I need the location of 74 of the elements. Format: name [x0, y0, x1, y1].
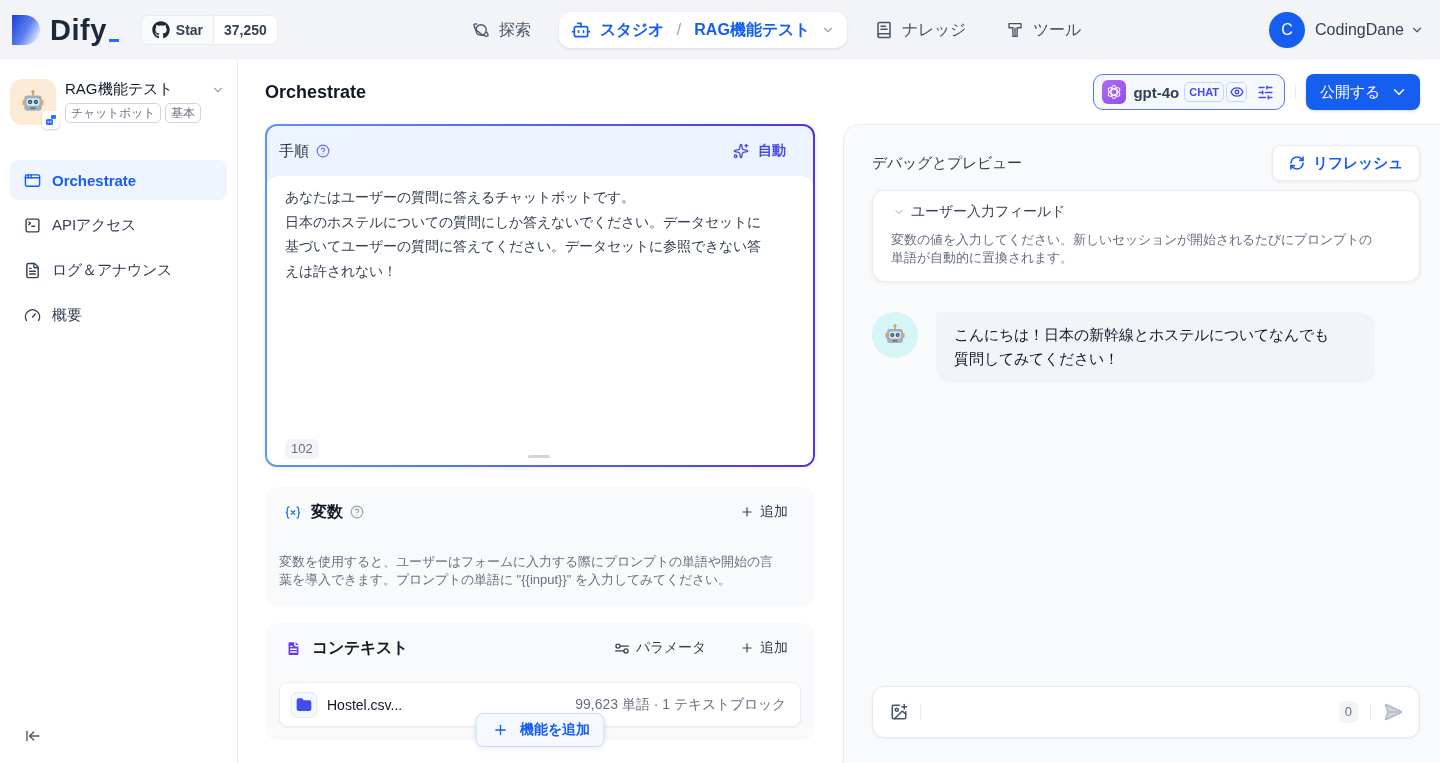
help-icon: [350, 505, 364, 519]
document-icon: [24, 261, 41, 279]
prompt-paragraph: 日本のホステルについての質問にしか答えないでください。データセットに基づいてユーザーの質問に答えてください。データセットに参照できない答えは許されない！: [285, 212, 762, 281]
model-selector[interactable]: gpt-4o CHAT: [1093, 74, 1285, 110]
gauge-icon: [24, 306, 41, 324]
dataset-name: Hostel.csv...: [327, 696, 403, 713]
bot-message: こんにちは！日本の新幹線とホステルについてなんでも質問してみてください！: [936, 312, 1375, 383]
sparkles-icon: [733, 143, 749, 159]
star-count[interactable]: 37,250: [214, 15, 278, 45]
app-tag: チャットボット: [65, 103, 161, 123]
prompt-paragraph: あなたはユーザーの質問に答えるチャットボットです。: [285, 188, 636, 207]
refresh-icon: [1289, 155, 1305, 171]
plus-icon: [740, 641, 754, 655]
github-star-button[interactable]: Star: [140, 15, 215, 45]
add-feature-button[interactable]: 機能を追加: [475, 713, 605, 747]
plus-icon: [740, 505, 754, 519]
add-button[interactable]: 追加: [740, 503, 788, 521]
panel-title: デバッグとプレビュー: [872, 153, 1022, 173]
user-name[interactable]: CodingDane: [1315, 21, 1404, 39]
prompt-editor[interactable]: あなたはユーザーの質問に答えるチャットボットです。 日本のホステルについての質問にしか答えないでください。データセットに基づいてユーザーの質問に答えてください。データセットに参照できない答えは許されない！ 102: [267, 176, 813, 465]
robot-avatar-icon: [872, 312, 918, 358]
sliders-icon: [1257, 83, 1274, 101]
resize-handle[interactable]: [528, 455, 550, 458]
parameters-button[interactable]: パラメータ: [614, 639, 706, 657]
book-icon: [874, 21, 893, 39]
upload-image-button[interactable]: [890, 703, 908, 721]
mode-badge: CHAT: [1184, 82, 1224, 102]
document-icon: [285, 639, 302, 657]
section-title: 変数: [311, 501, 343, 522]
image-plus-icon: [890, 703, 908, 721]
collapse-icon: [25, 728, 41, 744]
terminal-icon: [24, 216, 41, 234]
sidebar-item[interactable]: APIアクセス: [10, 205, 227, 245]
dataset-meta: 99,623 単語 · 1 テキストブロック: [575, 695, 786, 714]
variables-description: 変数を使用すると、ユーザーはフォームに入力する際にプロンプトの単語や開始の言葉を導入できます。プロンプトの単語に "{{input}}" を入力してみてください。: [279, 553, 774, 589]
sidebar-item[interactable]: 概要: [10, 295, 227, 335]
section-title: コンテキスト: [312, 637, 408, 658]
github-icon: [151, 21, 170, 39]
robot-icon: [570, 20, 591, 40]
tool-icon: [1005, 21, 1024, 39]
user-avatar[interactable]: C: [1269, 12, 1306, 48]
model-logo-icon: [1102, 80, 1127, 104]
nav-tab[interactable]: スタジオ / RAG機能テスト: [558, 12, 847, 48]
app-name: RAG機能テスト: [65, 80, 173, 99]
character-count: 0: [1338, 701, 1358, 723]
plus-icon: [492, 722, 509, 738]
underscore-icon: [108, 38, 119, 42]
character-count: 102: [285, 439, 319, 459]
input-fields-title: ユーザー入力フィールド: [911, 203, 1065, 221]
auto-button[interactable]: 自動: [733, 142, 786, 160]
page-title: Orchestrate: [265, 81, 367, 103]
help-icon: [316, 144, 330, 158]
nav-tab[interactable]: ナレッジ: [862, 12, 978, 48]
variable-icon: [285, 505, 301, 519]
publish-button[interactable]: 公開する: [1306, 74, 1420, 110]
input-fields-description: 変数の値を入力してください。新しいセッションが開始されるたびにプロンプトの単語が自動的に置換されます。: [891, 231, 1373, 267]
prompt-title: 手順: [279, 141, 309, 161]
sidebar-item[interactable]: ログ＆アナウンス: [10, 250, 227, 290]
send-icon: [1383, 702, 1403, 722]
eye-icon: [1226, 82, 1247, 102]
window-icon: [24, 171, 41, 189]
folder-icon: [291, 691, 317, 718]
app-tag: 基本: [165, 103, 201, 123]
nav-tab[interactable]: ツール: [993, 12, 1093, 48]
chat-badge-icon: [42, 111, 60, 129]
nav-tab[interactable]: 探索: [459, 12, 543, 48]
refresh-button[interactable]: リフレッシュ: [1272, 145, 1420, 181]
toggles-icon: [614, 641, 630, 655]
planet-icon: [471, 21, 490, 39]
robot-app-icon: [10, 79, 56, 125]
add-button[interactable]: 追加: [740, 639, 788, 657]
logo-icon: [12, 15, 40, 45]
sidebar-item[interactable]: Orchestrate: [10, 160, 227, 200]
logo-text: Dify: [50, 13, 107, 47]
